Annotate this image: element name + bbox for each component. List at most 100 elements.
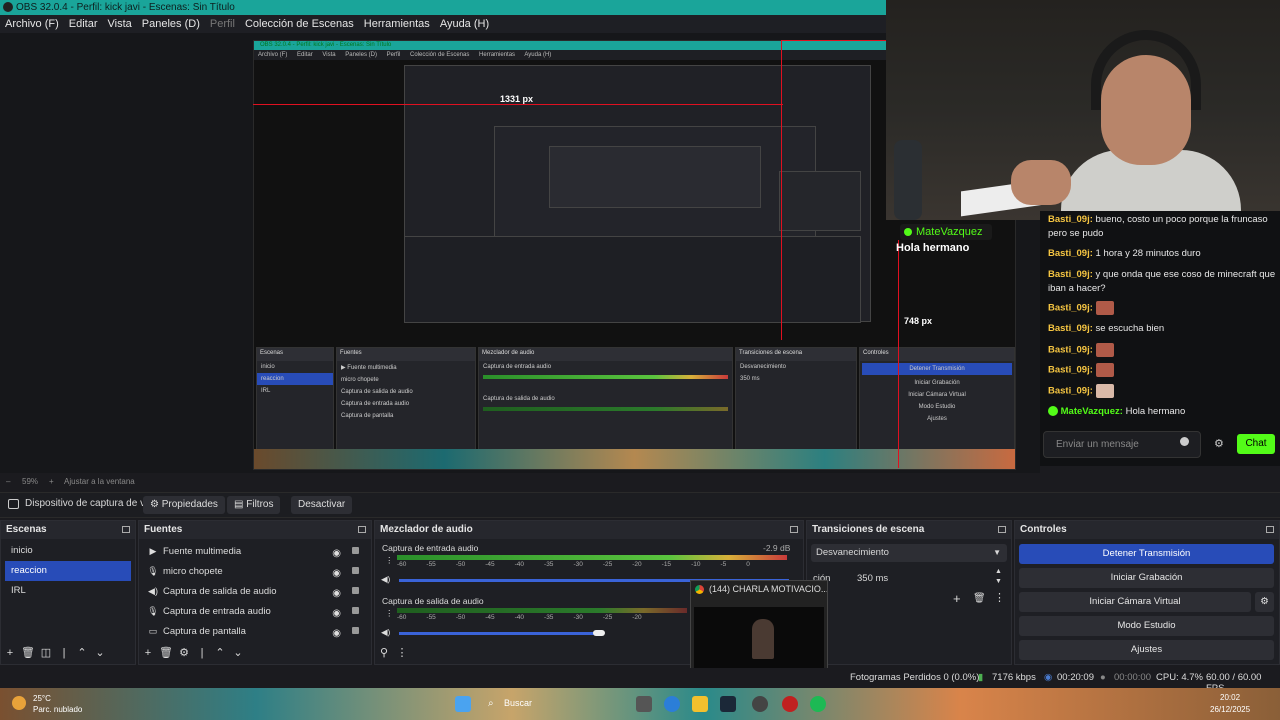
chat-input[interactable]: Enviar un mensaje xyxy=(1043,431,1201,458)
lock-icon[interactable] xyxy=(352,607,359,614)
zoom-in-icon[interactable]: + xyxy=(49,474,54,490)
windows-start-icon[interactable] xyxy=(455,696,471,712)
remove-source-icon[interactable]: 🗑 xyxy=(157,644,175,662)
stepper-up-icon[interactable]: ▲ xyxy=(995,568,1002,575)
search-icon[interactable]: ⌕ xyxy=(488,698,494,709)
move-down-icon[interactable]: ⌄ xyxy=(229,644,247,662)
dock-undock-icon[interactable] xyxy=(998,526,1006,533)
source-item[interactable]: ▭ Captura de pantalla ◉ xyxy=(139,621,371,641)
remove-scene-icon[interactable]: 🗑 xyxy=(19,644,37,662)
lock-icon[interactable] xyxy=(352,547,359,554)
chat-message: Basti_09j: xyxy=(1048,301,1276,316)
mixer-more-icon[interactable]: ⋮ xyxy=(393,644,411,662)
filters-button[interactable]: ▤ Filtros xyxy=(227,496,281,514)
nested-menu-item: Paneles (D) xyxy=(345,52,377,58)
duration-value[interactable]: 350 ms xyxy=(857,573,888,584)
remove-transition-icon[interactable]: 🗑 xyxy=(973,593,986,604)
move-up-icon[interactable]: ⌃ xyxy=(73,644,91,662)
lock-icon[interactable] xyxy=(352,627,359,634)
menu-herramientas[interactable]: Herramientas xyxy=(359,15,435,33)
window-title: OBS 32.0.4 - Perfil: kick javi - Escenas… xyxy=(16,2,235,13)
move-up-icon[interactable]: ⌃ xyxy=(211,644,229,662)
mixer-link-icon[interactable]: ⚲ xyxy=(375,644,393,662)
taskbar-search[interactable]: Buscar xyxy=(504,698,532,708)
add-transition-icon[interactable]: + xyxy=(953,591,961,606)
menu-perfil[interactable]: Perfil xyxy=(205,15,240,33)
chat-username: Basti_09j: xyxy=(1048,302,1093,314)
studio-mode-button[interactable]: Modo Estudio xyxy=(1019,616,1274,636)
chat-settings-gear-icon[interactable]: ⚙ xyxy=(1214,437,1224,450)
menu-editar[interactable]: Editar xyxy=(64,15,103,33)
taskbar-window-preview[interactable]: (144) CHARLA MOTIVACIO... xyxy=(690,580,828,674)
volume-slider-thumb[interactable] xyxy=(593,630,605,636)
clock-date[interactable]: 26/12/2025 xyxy=(1210,705,1250,714)
virtual-camera-settings-gear-icon[interactable]: ⚙ xyxy=(1255,592,1274,612)
file-explorer-icon[interactable] xyxy=(692,696,708,712)
obs-logo-icon xyxy=(3,2,13,12)
zoom-fit-label[interactable]: Ajustar a la ventana xyxy=(64,474,135,490)
obs-icon[interactable] xyxy=(752,696,768,712)
speaker-volume-icon[interactable]: ◀) xyxy=(381,627,390,638)
steam-icon[interactable] xyxy=(720,696,736,712)
menu-coleccion-escenas[interactable]: Colección de Escenas xyxy=(240,15,359,33)
settings-button[interactable]: Ajustes xyxy=(1019,640,1274,660)
tick: -40 xyxy=(514,614,525,621)
source-item[interactable]: 🎙 micro chopete ◉ xyxy=(139,561,371,581)
start-virtual-camera-button[interactable]: Iniciar Cámara Virtual xyxy=(1019,592,1251,612)
menu-ayuda[interactable]: Ayuda (H) xyxy=(435,15,494,33)
dock-undock-icon[interactable] xyxy=(358,526,366,533)
lock-icon[interactable] xyxy=(352,587,359,594)
dock-undock-icon[interactable] xyxy=(122,526,130,533)
add-source-icon[interactable]: + xyxy=(139,644,157,662)
spotify-icon[interactable] xyxy=(810,696,826,712)
mixer-channel-name: Captura de entrada audio xyxy=(382,543,479,553)
start-recording-button[interactable]: Iniciar Grabación xyxy=(1019,568,1274,588)
move-down-icon[interactable]: ⌄ xyxy=(91,644,109,662)
task-view-icon[interactable] xyxy=(636,696,652,712)
emote-icon xyxy=(1095,343,1114,357)
transition-more-icon[interactable]: ⋮ xyxy=(994,591,1005,604)
scenes-dock-header: Escenas xyxy=(1,521,135,539)
monitor-icon: ▭ xyxy=(148,626,158,636)
menu-vista[interactable]: Vista xyxy=(103,15,137,33)
properties-button[interactable]: ⚙ Propiedades xyxy=(143,496,225,514)
scene-item-irl[interactable]: IRL xyxy=(5,581,131,601)
stop-streaming-button[interactable]: Detener Transmisión xyxy=(1019,544,1274,564)
lock-icon[interactable] xyxy=(352,567,359,574)
chat-send-button[interactable]: Chat xyxy=(1237,434,1275,454)
dock-undock-icon[interactable] xyxy=(1266,526,1274,533)
zoom-out-icon[interactable]: – xyxy=(6,474,10,490)
speaker-volume-icon[interactable]: ◀) xyxy=(381,574,390,585)
add-scene-icon[interactable]: + xyxy=(1,644,19,662)
record-app-icon[interactable] xyxy=(782,696,798,712)
edge-icon[interactable] xyxy=(664,696,680,712)
source-item[interactable]: ▶ Fuente multimedia ◉ xyxy=(139,541,371,561)
clock-time[interactable]: 20:02 xyxy=(1220,693,1240,702)
sources-title: Fuentes xyxy=(144,524,183,535)
volume-slider[interactable] xyxy=(399,632,599,635)
nested-mixer-dock: Mezclador de audio Captura de entrada au… xyxy=(478,347,733,459)
source-properties-gear-icon[interactable]: ⚙ xyxy=(175,644,193,662)
mixer-menu-icon[interactable]: ⋮ xyxy=(385,555,394,566)
menu-archivo[interactable]: Archivo (F) xyxy=(0,15,64,33)
scene-item-reaccion[interactable]: reaccion xyxy=(5,561,131,581)
menu-paneles[interactable]: Paneles (D) xyxy=(137,15,205,33)
meter-ticks: -60 -55 -50 -45 -40 -35 -30 -25 -20 xyxy=(397,614,642,621)
weather-icon[interactable] xyxy=(12,696,26,710)
stepper-down-icon[interactable]: ▼ xyxy=(995,578,1002,585)
recording-icon: ● xyxy=(1100,672,1106,683)
source-item[interactable]: ◀) Captura de salida de audio ◉ xyxy=(139,581,371,601)
visibility-eye-icon[interactable]: ◉ xyxy=(332,624,341,644)
overlay-message: Hola hermano xyxy=(896,242,970,254)
mixer-menu-icon[interactable]: ⋮ xyxy=(385,608,394,619)
scene-item-inicio[interactable]: inicio xyxy=(5,541,131,561)
filters-icon[interactable]: ◫ xyxy=(37,644,55,662)
deactivate-button[interactable]: Desactivar xyxy=(291,496,353,514)
transition-select[interactable]: Desvanecimiento ▼ xyxy=(811,544,1007,562)
dock-undock-icon[interactable] xyxy=(790,526,798,533)
bitrate: 7176 kbps xyxy=(992,672,1036,683)
emoji-icon[interactable] xyxy=(1180,437,1189,446)
sources-dock: Fuentes ▶ Fuente multimedia ◉ 🎙 micro chope… xyxy=(138,520,372,665)
nested-menu-item: Ayuda (H) xyxy=(524,52,552,58)
source-item[interactable]: 🎙 Captura de entrada audio ◉ xyxy=(139,601,371,621)
